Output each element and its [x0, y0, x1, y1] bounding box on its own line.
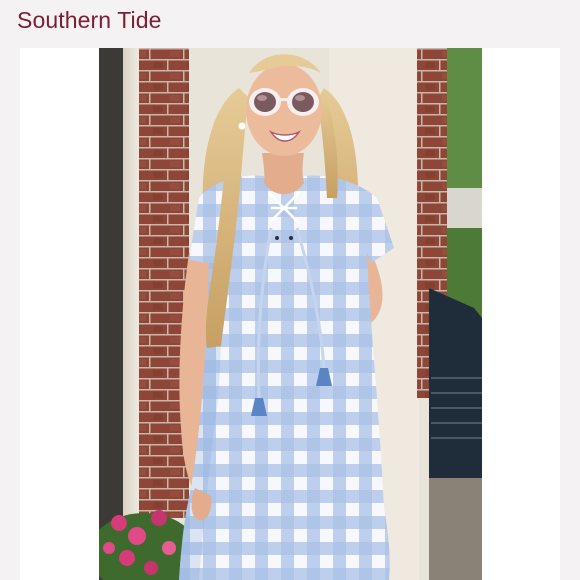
product-photo[interactable] [99, 48, 482, 580]
brand-title[interactable]: Southern Tide [17, 5, 162, 35]
product-photo-illustration [99, 48, 482, 580]
listing-page: Southern Tide [0, 0, 580, 580]
photo-card [20, 48, 560, 580]
